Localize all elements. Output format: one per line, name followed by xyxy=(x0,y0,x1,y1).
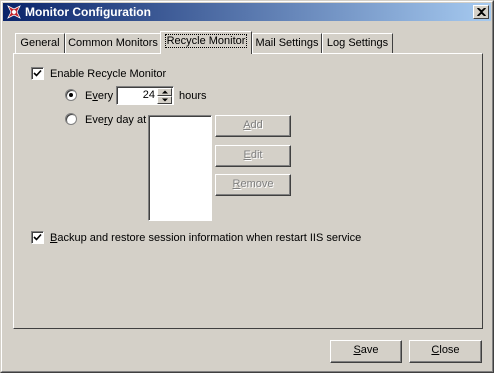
times-listbox[interactable] xyxy=(148,115,212,221)
tab-mail-settings-label: Mail Settings xyxy=(255,37,319,49)
check-icon xyxy=(33,69,42,77)
tab-log-settings-label: Log Settings xyxy=(326,37,389,49)
tab-common-monitors[interactable]: Common Monitors xyxy=(65,33,161,53)
every-radio[interactable] xyxy=(65,89,77,101)
tab-common-monitors-label: Common Monitors xyxy=(68,37,158,49)
arrow-up-icon xyxy=(162,90,168,94)
tab-recycle-monitor-label: Recycle Monitor xyxy=(164,34,248,48)
save-button[interactable]: Save xyxy=(330,340,402,363)
add-button[interactable]: Add xyxy=(215,115,291,137)
spin-buttons xyxy=(157,88,172,104)
tab-general[interactable]: General xyxy=(15,33,65,53)
remove-button[interactable]: Remove xyxy=(215,174,291,196)
spin-down-button[interactable] xyxy=(157,96,172,104)
enable-recycle-monitor-checkbox[interactable] xyxy=(31,67,44,80)
tab-general-label: General xyxy=(20,37,60,49)
hours-value[interactable]: 24 xyxy=(143,89,155,101)
every-day-at-radio[interactable] xyxy=(65,113,77,125)
tab-mail-settings[interactable]: Mail Settings xyxy=(252,33,322,53)
every-label: Every xyxy=(85,90,114,102)
tab-log-settings[interactable]: Log Settings xyxy=(322,33,393,53)
backup-restore-label: Backup and restore session information w… xyxy=(50,232,362,244)
every-day-at-label: Every day at xyxy=(85,114,147,126)
close-window-button[interactable] xyxy=(473,5,489,19)
close-icon xyxy=(477,8,486,16)
enable-recycle-monitor-label: Enable Recycle Monitor xyxy=(50,68,167,80)
title-bar[interactable]: Monitor Configuration xyxy=(3,3,491,21)
tab-recycle-monitor[interactable]: Recycle Monitor xyxy=(160,31,252,54)
backup-restore-checkbox[interactable] xyxy=(31,231,44,244)
window-title: Monitor Configuration xyxy=(25,5,151,19)
hours-spinner[interactable]: 24 xyxy=(116,86,174,105)
close-button[interactable]: Close xyxy=(409,340,482,363)
monitor-configuration-window: Monitor Configuration General Common Mon… xyxy=(0,0,494,373)
recycle-monitor-panel: Enable Recycle Monitor Every 24 hours Ev… xyxy=(13,53,483,329)
hours-label: hours xyxy=(179,90,207,102)
check-icon xyxy=(33,233,42,241)
spin-up-button[interactable] xyxy=(157,88,172,96)
app-logo-icon xyxy=(7,5,21,19)
edit-button[interactable]: Edit xyxy=(215,145,291,167)
arrow-down-icon xyxy=(162,98,168,102)
